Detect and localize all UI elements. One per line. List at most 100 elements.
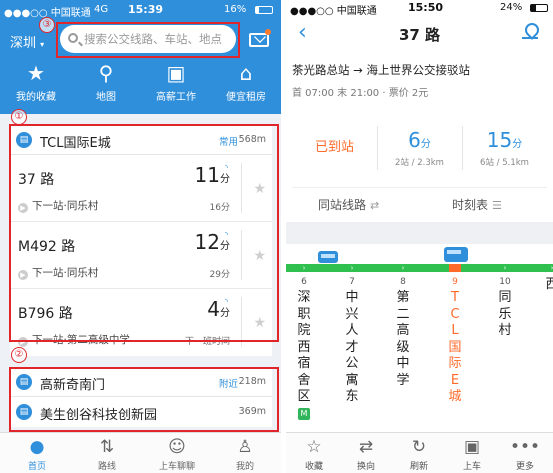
- star-icon: ☆: [306, 437, 322, 457]
- transfer-icon: ⇄: [370, 199, 380, 212]
- clock: 15:50: [408, 1, 444, 14]
- tab-label: 上车聊聊: [158, 462, 195, 472]
- tab-label: 首页: [27, 462, 46, 472]
- annotation-marker-3: ③: [39, 17, 55, 33]
- stop-item[interactable]: › 10 同乐村: [497, 264, 513, 340]
- annotation-box-3: [56, 22, 240, 58]
- route-info: 茶光路总站 → 海上世界公交接驳站 首 07:00 末 21:00 · 票价 2…: [292, 62, 547, 99]
- tab-timetable[interactable]: 时刻表 ☰: [452, 196, 502, 213]
- eta-next-2: 15分 6站 / 5.1km: [462, 108, 547, 188]
- tab-label: 路线: [97, 462, 116, 472]
- notification-dot: [265, 29, 271, 35]
- stop-number: 7: [349, 277, 355, 287]
- bus-icon: ▣: [463, 437, 481, 457]
- refresh-button[interactable]: ↻ 刷新: [393, 433, 445, 472]
- quick-link-label: 便宜租房: [226, 92, 266, 103]
- location-icon[interactable]: [522, 23, 538, 41]
- arrow-right-icon: ›: [544, 264, 553, 272]
- route-icon: ⇅: [99, 437, 115, 457]
- user-icon: ♙: [237, 437, 253, 457]
- more-icon: •••: [509, 437, 541, 457]
- favorite-button[interactable]: ☆ 收藏: [288, 433, 340, 472]
- eta-minutes: 15分: [486, 128, 523, 152]
- metro-icon: M: [298, 407, 310, 420]
- swap-icon: ⇄: [358, 437, 374, 457]
- tab-same-stop-lines[interactable]: 同站线路 ⇄: [318, 196, 379, 213]
- stop-item[interactable]: › 7 中兴人才公寓东: [344, 264, 360, 406]
- stop-item-current[interactable]: › 9 TCL国际E城: [447, 264, 463, 406]
- stop-number: 10: [499, 277, 511, 287]
- carrier-label: ●●●○○ 中国联通: [290, 6, 377, 17]
- eta-next-1: 6分 2站 / 2.3km: [377, 108, 462, 188]
- eta-panel: 已到站 6分 2站 / 2.3km 15分 6站 / 5.1km: [292, 108, 547, 188]
- action-label: 更多: [515, 462, 534, 472]
- chat-icon: ☺: [168, 437, 186, 457]
- route-tabs: 同站线路 ⇄ 时刻表 ☰: [292, 188, 547, 222]
- bus-position-icon: [318, 251, 338, 263]
- annotation-box-1: [9, 124, 279, 342]
- action-label: 上车: [462, 462, 481, 472]
- home-screen: ●●●○○ 中国联通 4G 15:39 16% 深圳 ▾ 搜索公交线路、车站、地…: [0, 0, 281, 473]
- list-icon: ☰: [492, 199, 502, 212]
- stop-name: 同乐村: [498, 290, 512, 338]
- refresh-icon: ↻: [411, 437, 427, 457]
- route-schedule: 首 07:00 末 21:00 · 票价 2元: [292, 88, 429, 99]
- stop-number: 6: [301, 277, 307, 287]
- action-label: 收藏: [304, 462, 323, 472]
- tab-route[interactable]: ⇅ 路线: [72, 433, 142, 472]
- stop-number: 8: [400, 277, 406, 287]
- annotation-box-2: [9, 367, 279, 432]
- quick-link-favorites[interactable]: ★ 我的收藏: [8, 62, 64, 103]
- annotation-marker-2: ②: [11, 347, 27, 363]
- quick-link-label: 我的收藏: [16, 92, 56, 103]
- battery-icon: [255, 6, 273, 14]
- briefcase-icon: ▣: [166, 61, 186, 85]
- stop-name: 西: [545, 277, 553, 292]
- bus-position-icon: [444, 247, 468, 262]
- tab-home[interactable]: ● 首页: [2, 433, 72, 472]
- quick-link-map[interactable]: ⚲ 地图: [78, 62, 134, 103]
- clock: 15:39: [128, 3, 164, 16]
- nav-bar: ‹ 37 路: [286, 16, 553, 52]
- reverse-button[interactable]: ⇄ 换向: [340, 433, 392, 472]
- arrived-label: 已到站: [314, 140, 354, 155]
- stop-item[interactable]: › 6 深职院西宿舍区 M: [296, 264, 312, 420]
- house-icon: ⌂: [239, 61, 253, 85]
- page-title: 37 路: [398, 26, 441, 44]
- city-selector[interactable]: 深圳 ▾: [10, 32, 44, 51]
- quick-link-label: 地图: [96, 92, 116, 103]
- action-label: 刷新: [409, 462, 428, 472]
- arrow-right-icon: ›: [453, 264, 457, 272]
- quick-link-jobs[interactable]: ▣ 高薪工作: [148, 62, 204, 103]
- chevron-down-icon: ▾: [40, 40, 45, 49]
- quick-link-label: 高薪工作: [156, 92, 196, 103]
- stop-name: 深职院西宿舍区: [297, 290, 311, 404]
- tab-label: 我的: [235, 462, 254, 472]
- annotation-marker-1: ①: [11, 109, 27, 125]
- star-icon: ★: [27, 61, 45, 85]
- stop-number: 9: [452, 277, 458, 287]
- stop-item[interactable]: › 8 第二高级中学: [395, 264, 411, 389]
- city-label: 深圳: [10, 36, 37, 51]
- quick-link-rent[interactable]: ⌂ 便宜租房: [218, 62, 274, 103]
- status-bar: ●●●○○ 中国联通 15:50 24%: [286, 0, 553, 17]
- home-icon: ●: [29, 437, 45, 457]
- more-button[interactable]: ••• 更多: [499, 433, 551, 472]
- tab-chat[interactable]: ☺ 上车聊聊: [142, 433, 212, 472]
- arrow-right-icon: ›: [302, 264, 306, 272]
- network-label: 4G: [94, 4, 109, 15]
- route-direction: 茶光路总站 → 海上世界公交接驳站: [292, 63, 470, 77]
- eta-minutes: 6分: [408, 128, 431, 152]
- arrow-right-icon: ›: [503, 264, 507, 272]
- battery-percent: 16%: [224, 4, 247, 15]
- battery-percent: 24%: [500, 2, 523, 13]
- stop-item[interactable]: › 西: [544, 264, 553, 294]
- mail-icon[interactable]: [249, 33, 269, 47]
- stop-name: 中兴人才公寓东: [345, 290, 359, 404]
- section-separator: [286, 222, 553, 244]
- eta-detail: 2站 / 2.3km: [395, 158, 444, 168]
- tab-me[interactable]: ♙ 我的: [210, 433, 280, 472]
- board-button[interactable]: ▣ 上车: [446, 433, 498, 472]
- stop-name: TCL国际E城: [448, 290, 462, 404]
- eta-detail: 6站 / 5.1km: [480, 158, 529, 168]
